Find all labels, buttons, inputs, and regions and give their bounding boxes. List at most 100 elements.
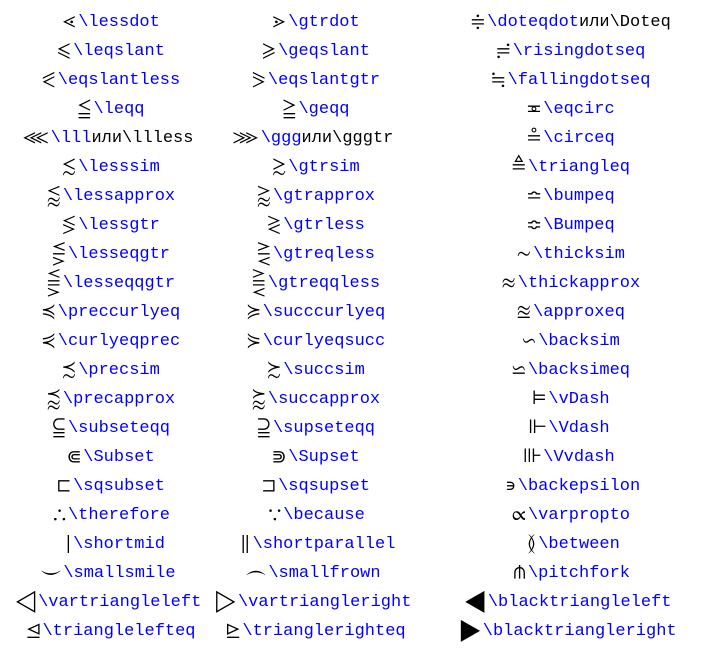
latex-command: \thicksim: [533, 245, 625, 264]
symbol-cell: ⋛\gtreqless: [208, 242, 418, 267]
table-row: ≲\lesssim≳\gtrsim≜\triangleq: [8, 153, 718, 182]
latex-command: \Vvdash: [543, 448, 614, 467]
symbol-cell: ≏\bumpeq: [418, 184, 718, 209]
symbol-glyph: ⊴: [20, 619, 40, 644]
symbol-cell: ≽\succcurlyeq: [208, 300, 418, 325]
symbol-glyph: ⪖: [246, 68, 266, 93]
symbol-cell: ≈\thickapprox: [418, 271, 718, 296]
symbol-glyph: ≜: [506, 155, 526, 180]
symbol-cell: ≬\between: [418, 532, 718, 557]
symbol-glyph: ▷: [215, 590, 236, 615]
symbol-cell: ∽\backsim: [418, 329, 718, 354]
latex-command: \Subset: [83, 448, 154, 467]
latex-command: \backsim: [538, 332, 620, 351]
latex-command: \gtreqless: [273, 245, 375, 264]
latex-command: \backepsilon: [518, 477, 640, 496]
symbol-cell: ≧\geqq: [208, 97, 418, 122]
latex-command: \gtrdot: [288, 13, 359, 32]
symbol-cell: ≾\precsim: [8, 358, 208, 383]
symbol-glyph: ≶: [56, 213, 76, 238]
symbol-glyph: ⪕: [36, 68, 56, 93]
table-row: ⫅\subseteqq⫆\supseteqq⊩\Vdash: [8, 414, 718, 443]
latex-command: \lesssim: [78, 158, 160, 177]
latex-command: \circeq: [543, 129, 614, 148]
symbol-glyph: ⪌: [246, 271, 266, 296]
latex-command: \gtreqqless: [268, 274, 380, 293]
symbol-glyph: ⋐: [61, 445, 81, 470]
symbol-cell: ⋟\curlyeqsucc: [208, 329, 418, 354]
symbol-cell: ⫆\supseteqq: [208, 416, 418, 441]
symbol-cell: ⫅\subseteqq: [8, 416, 208, 441]
latex-command: \lessdot: [78, 13, 160, 32]
symbol-cell: ≊\approxeq: [418, 300, 718, 325]
table-row: ⋚\lesseqgtr⋛\gtreqless∼\thicksim: [8, 240, 718, 269]
latex-command: \vartriangleright: [238, 593, 411, 612]
symbol-cell: ⋍\backsimeq: [418, 358, 718, 383]
latex-command: \leqslant: [73, 42, 165, 61]
symbol-glyph: ⫆: [251, 416, 271, 441]
latex-command: \varpropto: [528, 506, 630, 525]
latex-command: \lesseqgtr: [68, 245, 170, 264]
latex-command: \ggg: [261, 129, 302, 148]
latex-command: \lll: [51, 129, 92, 148]
symbol-cell: ∥\shortparallel: [208, 532, 418, 557]
latex-command: \sqsupset: [278, 477, 370, 496]
symbol-glyph: ≬: [516, 532, 536, 557]
latex-command: \eqslantless: [58, 71, 180, 90]
table-row: ≶\lessgtr≷\gtrless≎\Bumpeq: [8, 211, 718, 240]
latex-command: \preccurlyeq: [58, 303, 180, 322]
symbol-cell: ▶\blacktriangleright: [418, 619, 718, 644]
table-row: ⪅\lessapprox⪆\gtrapprox≏\bumpeq: [8, 182, 718, 211]
symbol-glyph: ⋑: [266, 445, 286, 470]
latex-command: \thickapprox: [518, 274, 640, 293]
symbol-glyph: ⊨: [526, 387, 546, 412]
latex-command: \shortmid: [73, 535, 165, 554]
latex-command: \risingdotseq: [513, 42, 646, 61]
symbol-glyph: ⋛: [251, 242, 271, 267]
table-row: ⪷\precapprox⪸\succapprox⊨\vDash: [8, 385, 718, 414]
plain-text: или: [302, 129, 333, 148]
latex-command: \vartriangleleft: [38, 593, 201, 612]
latex-command: \trianglelefteq: [42, 622, 195, 641]
symbol-glyph: ≦: [71, 97, 91, 122]
table-row: ≦\leqq≧\geqq≖\eqcirc: [8, 95, 718, 124]
plain-text: или: [579, 13, 610, 32]
symbol-glyph: ≧: [276, 97, 296, 122]
table-row: ⊏\sqsubset⊐\sqsupset∍\backepsilon: [8, 472, 718, 501]
latex-command: \lessgtr: [78, 216, 160, 235]
symbol-cell: ∍\backepsilon: [418, 474, 718, 499]
table-row: ⩽\leqslant⩾\geqslant≓\risingdotseq: [8, 37, 718, 66]
latex-command: \succsim: [283, 361, 365, 380]
symbol-glyph: ▶: [459, 619, 480, 644]
latex-command: \precapprox: [63, 390, 175, 409]
symbol-glyph: ⋘: [23, 126, 49, 151]
symbol-cell: ⩾\geqslant: [208, 39, 418, 64]
latex-command: \triangleq: [528, 158, 630, 177]
symbol-cell: ⋖\lessdot: [8, 10, 208, 35]
symbol-cell: ⋚\lesseqgtr: [8, 242, 208, 267]
latex-command: \trianglerighteq: [242, 622, 405, 641]
symbol-cell: ≲\lesssim: [8, 155, 208, 180]
table-row: ⋐\Subset⋑\Supset⊪\Vvdash: [8, 443, 718, 472]
table-row: ◁\vartriangleleft▷\vartriangleright◀\bla…: [8, 588, 718, 617]
symbol-glyph: ⋍: [506, 358, 526, 383]
table-row: ∴\therefore∵\because∝\varpropto: [8, 501, 718, 530]
symbol-glyph: ⊩: [526, 416, 546, 441]
symbol-cell: ≶\lessgtr: [8, 213, 208, 238]
symbol-cell: ◁\vartriangleleft: [8, 590, 208, 615]
symbol-glyph: ≿: [261, 358, 281, 383]
symbol-cell: ≎\Bumpeq: [418, 213, 718, 238]
latex-command: \pitchfork: [528, 564, 630, 583]
symbol-cell: ∝\varpropto: [418, 503, 718, 528]
latex-command: \lesseqqgtr: [63, 274, 175, 293]
symbol-glyph: ≊: [511, 300, 531, 325]
latex-command: \curlyeqsucc: [263, 332, 385, 351]
symbol-glyph: ∥: [231, 532, 251, 557]
symbol-cell: ⋗\gtrdot: [208, 10, 418, 35]
symbol-cell: ≦\leqq: [8, 97, 208, 122]
latex-command: \between: [538, 535, 620, 554]
symbol-glyph: ≒: [486, 68, 506, 93]
table-row: ⪋\lesseqqgtr⪌\gtreqqless≈\thickapprox: [8, 269, 718, 298]
plain-text: \llless: [122, 129, 193, 148]
latex-command: \smallfrown: [268, 564, 380, 583]
